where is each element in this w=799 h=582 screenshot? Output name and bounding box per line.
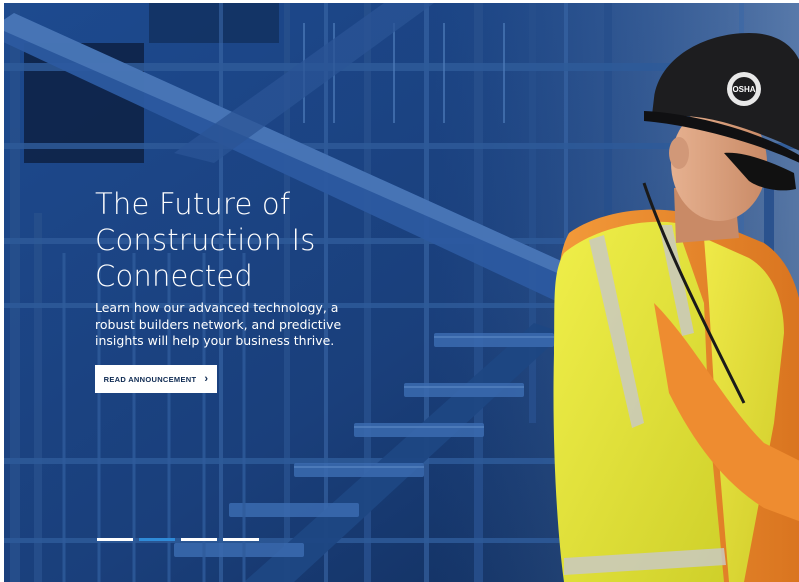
carousel-indicator-3[interactable] bbox=[181, 538, 217, 541]
carousel-indicator-2[interactable] bbox=[139, 538, 175, 541]
hero-banner: OSHA The Future of Construction Is Conne… bbox=[4, 3, 799, 582]
hardhat-badge-text: OSHA bbox=[732, 85, 755, 94]
headline-line-1: The Future of bbox=[95, 187, 291, 221]
carousel-indicator-1[interactable] bbox=[97, 538, 133, 541]
headline-line-3: Connected bbox=[95, 259, 253, 293]
read-announcement-button[interactable]: READ ANNOUNCEMENT › bbox=[95, 365, 217, 393]
carousel-indicator-4[interactable] bbox=[223, 538, 259, 541]
page-title: The Future of Construction Is Connected bbox=[95, 186, 395, 294]
chevron-right-icon: › bbox=[204, 372, 209, 385]
hero-description: Learn how our advanced technology, a rob… bbox=[95, 300, 342, 348]
read-announcement-label: READ ANNOUNCEMENT bbox=[103, 374, 197, 384]
carousel-indicators bbox=[97, 538, 259, 541]
headline-line-2: Construction Is bbox=[95, 223, 316, 257]
